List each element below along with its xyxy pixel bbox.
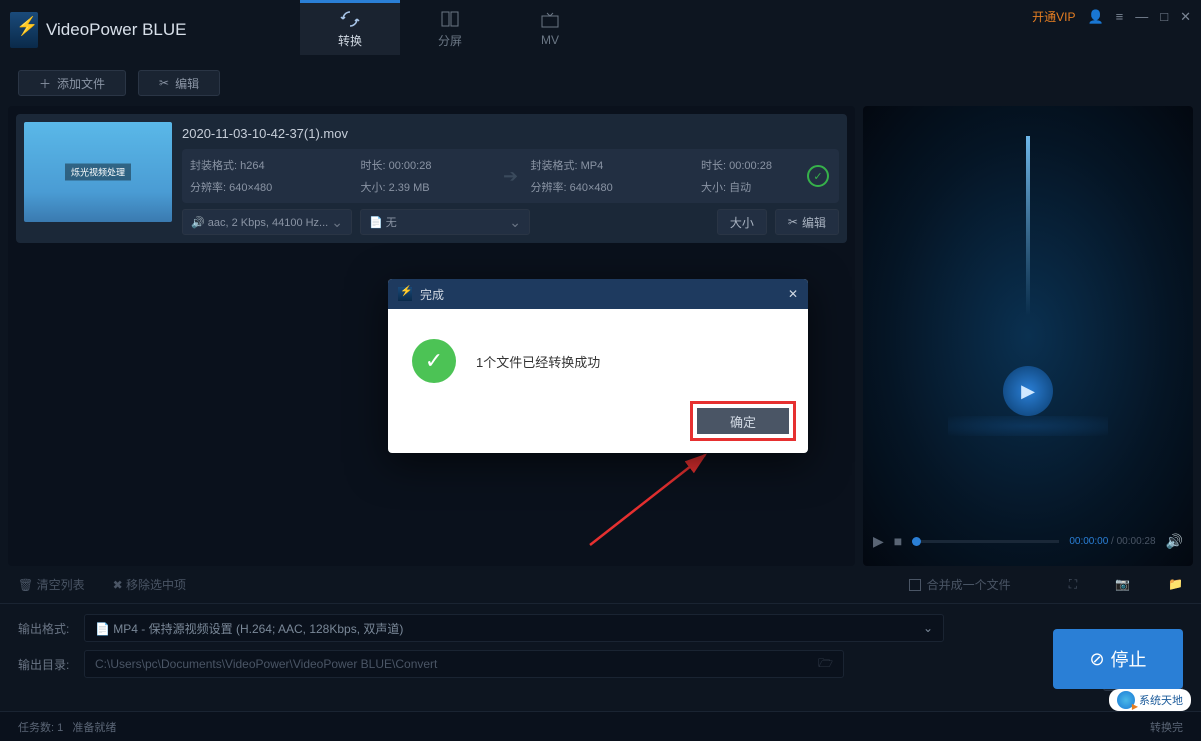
success-check-icon: ✓ <box>807 165 829 187</box>
dst-size: 自动 <box>729 182 751 194</box>
scissors-icon: ✂ <box>788 215 798 229</box>
browse-icon[interactable]: 🗁 <box>818 654 833 675</box>
stop-button[interactable]: ⊘停止 <box>1053 629 1183 689</box>
minimize-button[interactable]: — <box>1135 9 1148 24</box>
progress-slider[interactable] <box>912 540 1059 543</box>
task-count: 任务数: 1 准备就绪 <box>18 719 116 735</box>
tab-label: 分屏 <box>438 32 462 49</box>
user-icon[interactable]: 👤 <box>1087 9 1103 25</box>
dst-duration: 00:00:28 <box>729 160 772 172</box>
video-thumbnail[interactable]: 烁光视频处理 <box>24 122 172 222</box>
crop-icon[interactable]: ⛶ <box>1069 577 1077 592</box>
refresh-icon <box>340 10 360 28</box>
scissors-icon: ✂ <box>159 76 169 90</box>
close-button[interactable]: ✕ <box>1180 9 1191 25</box>
bolt-icon <box>398 287 412 301</box>
completion-dialog: 完成 ✕ ✓ 1个文件已经转换成功 确定 <box>388 279 808 453</box>
item-edit-button[interactable]: ✂编辑 <box>775 209 839 235</box>
stop-icon: ⊘ <box>1089 649 1104 670</box>
clear-list-button[interactable]: 🗑 清空列表 <box>18 576 85 593</box>
tv-icon <box>540 11 560 29</box>
tab-mv[interactable]: MV <box>500 0 600 55</box>
src-format: h264 <box>240 160 264 172</box>
audio-select[interactable]: 🔊 aac, 2 Kbps, 44100 Hz... <box>182 209 352 235</box>
file-name: 2020-11-03-10-42-37(1).mov <box>182 122 839 149</box>
output-format-label: 输出格式: <box>18 620 74 637</box>
site-watermark: 系统天地 <box>1109 689 1191 711</box>
toolbar: ＋添加文件 ✂编辑 <box>0 60 1201 106</box>
file-item[interactable]: 烁光视频处理 2020-11-03-10-42-37(1).mov 封装格式: … <box>16 114 847 243</box>
edit-button[interactable]: ✂编辑 <box>138 70 220 96</box>
capture-icon[interactable]: 📷 <box>1115 577 1130 592</box>
success-check-icon: ✓ <box>412 339 456 383</box>
player-controls: ▶ ■ 00:00:00 / 00:00:28 🔊 <box>863 516 1193 566</box>
preview-panel: ▶ ■ 00:00:00 / 00:00:28 🔊 <box>863 106 1193 566</box>
tab-label: MV <box>541 33 559 47</box>
tab-split[interactable]: 分屏 <box>400 0 500 55</box>
vip-link[interactable]: 开通VIP <box>1032 8 1075 25</box>
size-button[interactable]: 大小 <box>717 209 767 235</box>
subtitle-select[interactable]: 📄 无 <box>360 209 530 235</box>
file-details: 2020-11-03-10-42-37(1).mov 封装格式: h264 分辨… <box>182 122 839 235</box>
dialog-body: ✓ 1个文件已经转换成功 确定 <box>388 309 808 453</box>
spec-row: 封装格式: h264 分辨率: 640×480 时长: 00:00:28 大小:… <box>182 149 839 203</box>
ok-button[interactable]: 确定 <box>697 408 789 434</box>
progress-text: 转换完 <box>1150 719 1183 735</box>
base-glow <box>948 416 1108 436</box>
app-logo: VideoPower BLUE <box>10 12 187 48</box>
globe-icon <box>1117 691 1135 709</box>
output-section: 输出格式: 📄 MP4 - 保持源视频设置 (H.264; AAC, 128Kb… <box>0 603 1201 696</box>
plus-icon: ＋ <box>39 75 51 92</box>
add-file-button[interactable]: ＋添加文件 <box>18 70 126 96</box>
window-controls: 开通VIP 👤 ≡ — □ ✕ <box>1032 8 1191 25</box>
nav-tabs: 转换 分屏 MV <box>300 0 600 55</box>
dialog-close-button[interactable]: ✕ <box>788 287 798 301</box>
stop-playback-button[interactable]: ■ <box>894 533 902 549</box>
tab-convert[interactable]: 转换 <box>300 0 400 55</box>
dialog-header[interactable]: 完成 ✕ <box>388 279 808 309</box>
src-resolution: 640×480 <box>229 182 272 194</box>
merge-checkbox[interactable]: 合并成一个文件 <box>909 576 1011 593</box>
dst-format: MP4 <box>581 160 604 172</box>
bolt-icon <box>10 12 38 48</box>
split-icon <box>440 10 460 28</box>
volume-button[interactable]: 🔊 <box>1166 533 1183 550</box>
play-button[interactable]: ▶ <box>873 533 884 550</box>
folder-icon[interactable]: 📁 <box>1168 577 1183 592</box>
output-dir-input[interactable]: C:\Users\pc\Documents\VideoPower\VideoPo… <box>84 650 844 678</box>
dialog-title: 完成 <box>420 286 444 303</box>
selectors-row: 🔊 aac, 2 Kbps, 44100 Hz... 📄 无 大小 ✂编辑 <box>182 209 839 235</box>
remove-selected-button[interactable]: ✖ 移除选中项 <box>113 576 186 593</box>
list-action-bar: 🗑 清空列表 ✖ 移除选中项 合并成一个文件 ⛶ 📷 📁 <box>0 566 1201 603</box>
output-format-select[interactable]: 📄 MP4 - 保持源视频设置 (H.264; AAC, 128Kbps, 双声… <box>84 614 944 642</box>
menu-icon[interactable]: ≡ <box>1116 9 1124 24</box>
preview-play-orb[interactable] <box>1003 366 1053 416</box>
tab-label: 转换 <box>338 32 362 49</box>
output-dir-label: 输出目录: <box>18 656 74 673</box>
status-bar: 任务数: 1 准备就绪 转换完 <box>0 711 1201 741</box>
maximize-button[interactable]: □ <box>1160 9 1168 24</box>
src-duration: 00:00:28 <box>389 160 432 172</box>
src-size: 2.39 MB <box>389 182 430 194</box>
dst-resolution: 640×480 <box>570 182 613 194</box>
checkbox-icon <box>909 579 921 591</box>
thumb-watermark: 烁光视频处理 <box>65 164 131 181</box>
arrow-right-icon: ➔ <box>491 166 531 187</box>
chevron-down-icon: ⌄ <box>923 621 933 635</box>
dialog-message: 1个文件已经转换成功 <box>476 352 600 371</box>
time-display: 00:00:00 / 00:00:28 <box>1069 536 1155 547</box>
app-name: VideoPower BLUE <box>46 20 187 40</box>
highlight-box: 确定 <box>690 401 796 441</box>
title-bar: VideoPower BLUE 转换 分屏 MV 开通VIP 👤 ≡ — □ ✕ <box>0 0 1201 60</box>
light-beam <box>1026 136 1030 316</box>
